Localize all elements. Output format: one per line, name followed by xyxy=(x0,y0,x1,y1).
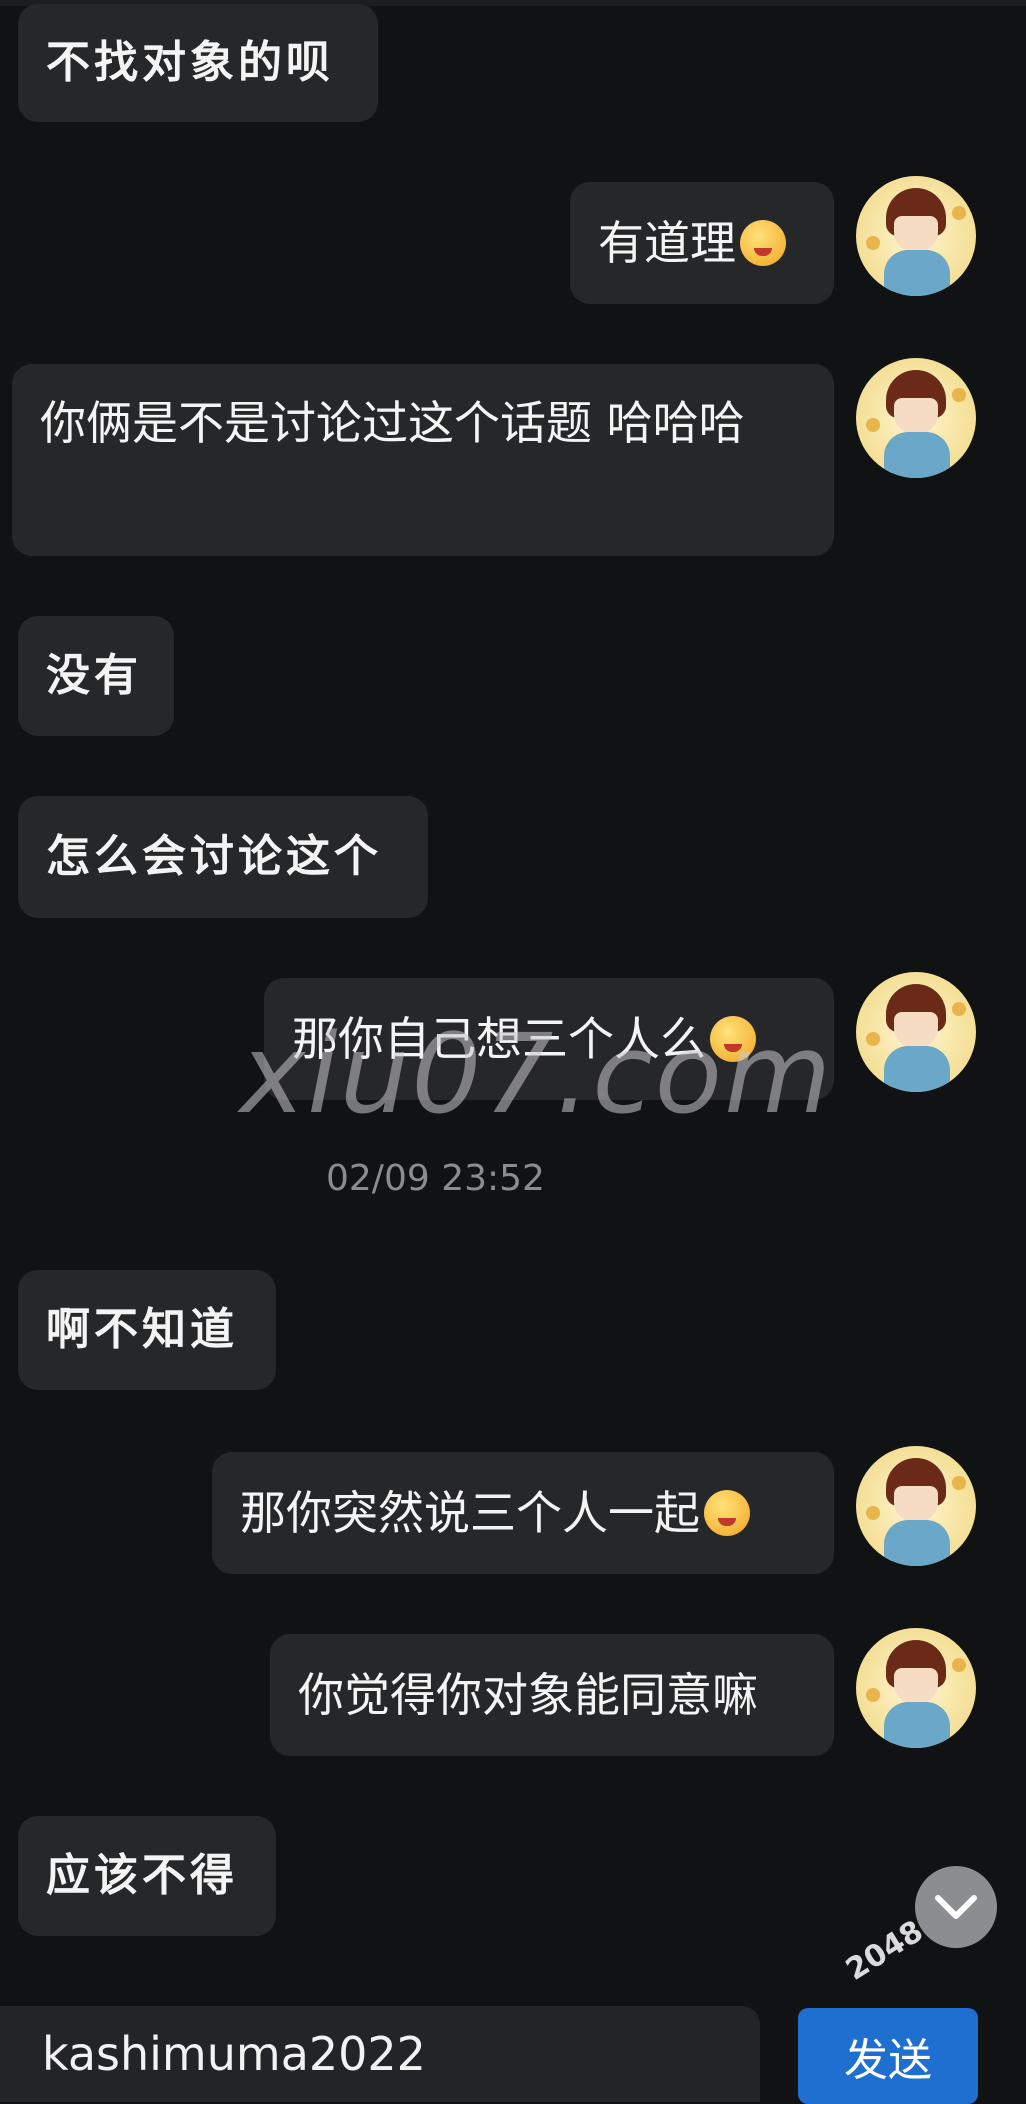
message-bubble-received[interactable]: 不找对象的呗 xyxy=(18,4,378,122)
message-text: 应该不得 xyxy=(46,1850,238,1901)
corner-watermark: 2048 xyxy=(840,1913,930,1988)
scroll-to-bottom-button[interactable] xyxy=(915,1866,997,1948)
hand-over-mouth-emoji-icon xyxy=(704,1490,750,1536)
message-timestamp: 02/09 23:52 xyxy=(326,1158,545,1199)
message-bubble-sent[interactable]: 你觉得你对象能同意嘛 xyxy=(270,1634,834,1756)
message-bubble-sent[interactable]: 有道理 xyxy=(570,182,834,304)
message-input[interactable]: kashimuma2022 xyxy=(0,2006,760,2102)
message-bubble-received[interactable]: 没有 xyxy=(18,616,174,736)
avatar[interactable] xyxy=(856,1628,976,1748)
avatar[interactable] xyxy=(856,358,976,478)
message-text: 没有 xyxy=(46,650,142,701)
message-text: 怎么会讨论这个 xyxy=(46,831,382,882)
avatar[interactable] xyxy=(856,972,976,1092)
message-bubble-received[interactable]: 应该不得 xyxy=(18,1816,276,1936)
message-text: 啊不知道 xyxy=(46,1304,238,1355)
message-bubble-sent[interactable]: 你俩是不是讨论过这个话题 哈哈哈 xyxy=(12,364,834,556)
message-text: 你觉得你对象能同意嘛 xyxy=(298,1668,758,1722)
message-text: 那你突然说三个人一起 xyxy=(240,1486,700,1540)
send-button[interactable]: 发送 xyxy=(798,2008,978,2104)
drooling-face-emoji-icon xyxy=(740,220,786,266)
message-bubble-received[interactable]: 啊不知道 xyxy=(18,1270,276,1390)
chevron-down-icon xyxy=(935,1895,977,1919)
message-bubble-received[interactable]: 怎么会讨论这个 xyxy=(18,796,428,918)
avatar[interactable] xyxy=(856,1446,976,1566)
input-bar: kashimuma2022 发送 xyxy=(0,1986,1026,2104)
avatar[interactable] xyxy=(856,176,976,296)
message-text: 不找对象的呗 xyxy=(46,37,334,88)
message-text: 有道理 xyxy=(598,216,736,270)
message-bubble-sent[interactable]: 那你突然说三个人一起 xyxy=(212,1452,834,1574)
site-watermark: xiu07.com xyxy=(240,1010,834,1138)
message-text: 你俩是不是讨论过这个话题 哈哈哈 xyxy=(40,396,745,450)
